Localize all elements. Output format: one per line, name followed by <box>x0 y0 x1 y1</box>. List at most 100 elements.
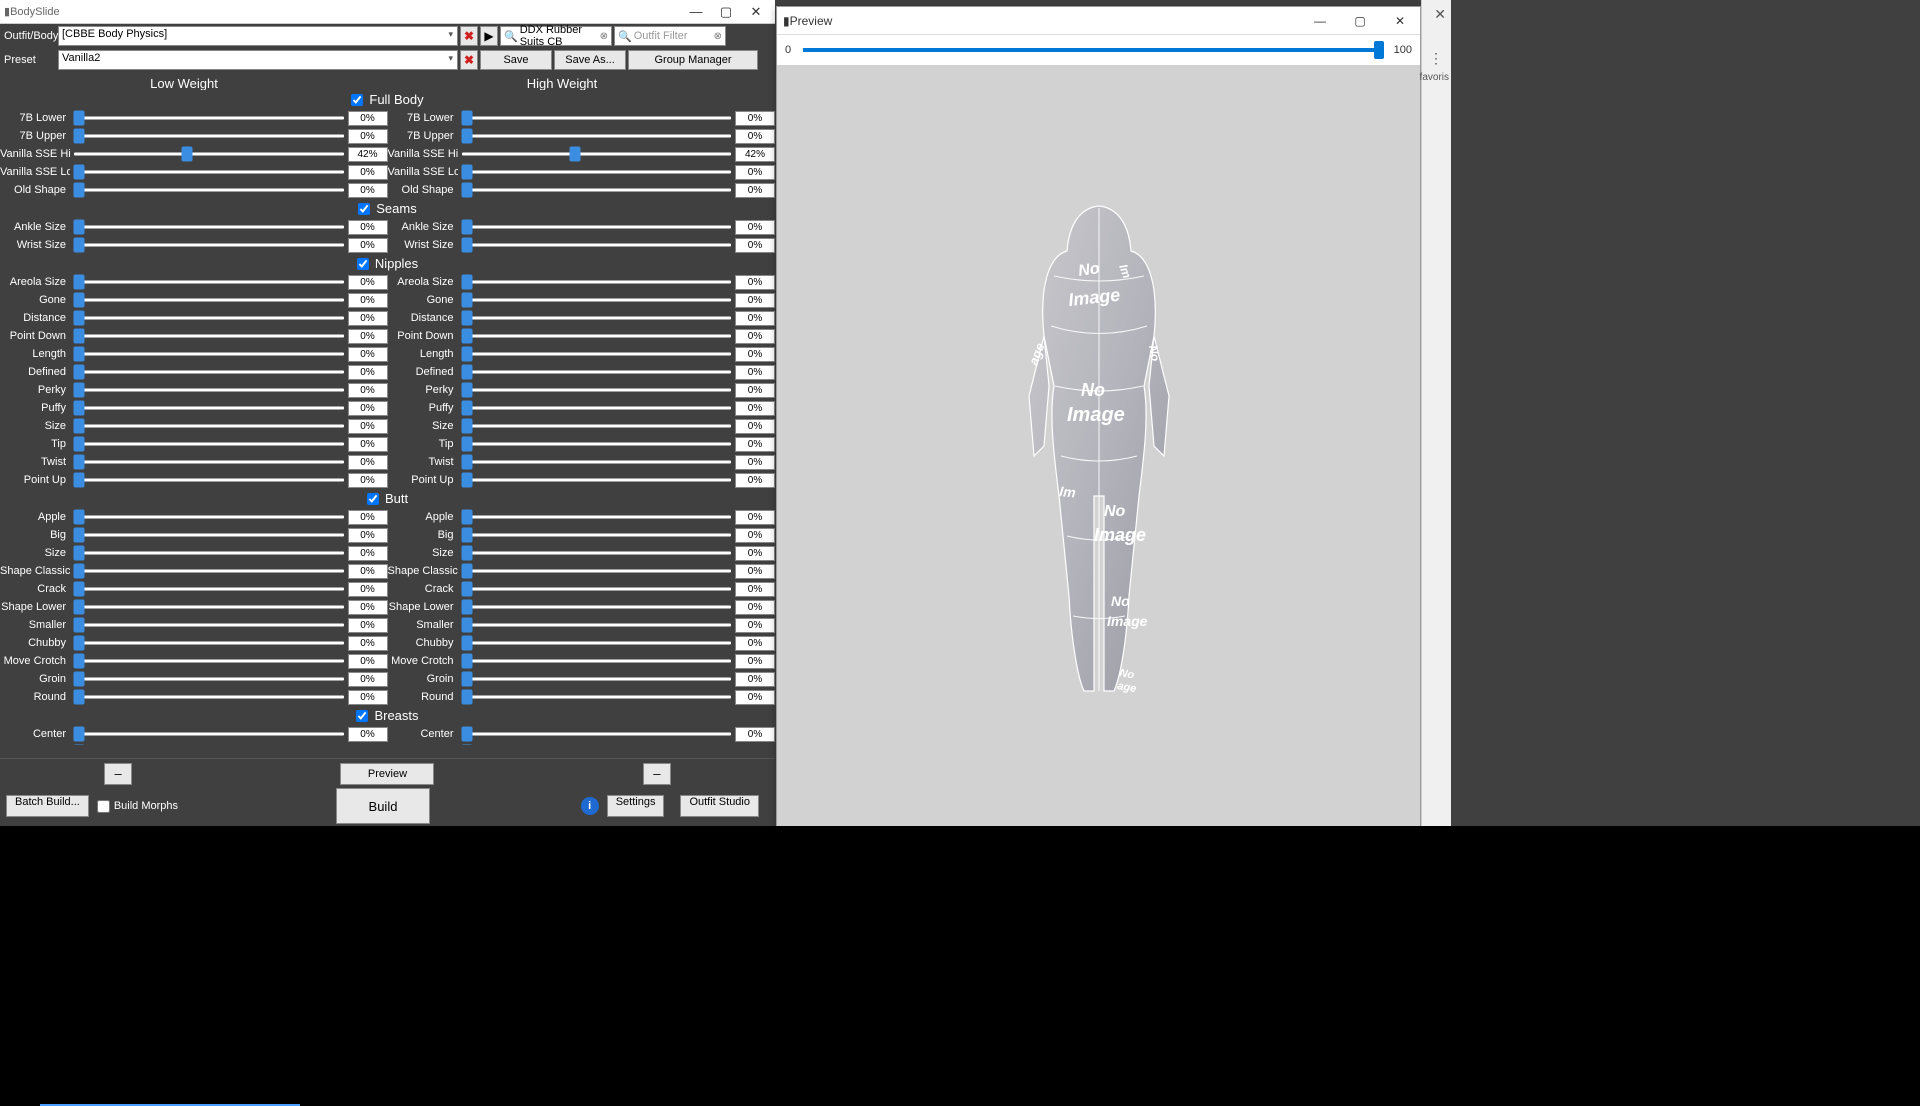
preview-button[interactable]: Preview <box>340 763 434 785</box>
slider-track[interactable] <box>462 275 732 289</box>
slider-track[interactable] <box>74 111 344 125</box>
slider-value-input[interactable]: 0% <box>348 582 388 597</box>
slider-thumb[interactable] <box>74 437 85 452</box>
close-icon[interactable]: ✕ <box>1380 7 1420 35</box>
slider-thumb[interactable] <box>461 690 472 705</box>
save-button[interactable]: Save <box>480 50 552 70</box>
slider-track[interactable] <box>74 238 344 252</box>
slider-thumb[interactable] <box>74 129 85 144</box>
slider-value-input[interactable]: 0% <box>348 455 388 470</box>
slider-track[interactable] <box>462 111 732 125</box>
high-minus-button[interactable]: – <box>643 763 671 785</box>
slider-thumb[interactable] <box>461 636 472 651</box>
slider-thumb[interactable] <box>461 564 472 579</box>
slider-value-input[interactable]: 0% <box>348 510 388 525</box>
slider-thumb[interactable] <box>461 165 472 180</box>
slider-thumb[interactable] <box>461 672 472 687</box>
slider-value-input[interactable]: 0% <box>348 672 388 687</box>
slider-track[interactable] <box>462 654 732 668</box>
slider-track[interactable] <box>74 618 344 632</box>
slider-track[interactable] <box>74 329 344 343</box>
slider-thumb[interactable] <box>74 165 85 180</box>
slider-thumb[interactable] <box>461 727 472 742</box>
preview-slider-thumb[interactable] <box>1374 41 1384 59</box>
slider-thumb[interactable] <box>74 745 85 746</box>
slider-track[interactable] <box>74 275 344 289</box>
slider-thumb[interactable] <box>182 147 193 162</box>
slider-thumb[interactable] <box>461 383 472 398</box>
slider-track[interactable] <box>462 220 732 234</box>
slider-value-input[interactable]: 0% <box>735 275 775 290</box>
slider-value-input[interactable]: 0% <box>348 528 388 543</box>
slider-value-input[interactable]: 0% <box>348 473 388 488</box>
slider-value-input[interactable]: 0% <box>735 401 775 416</box>
slider-value-input[interactable]: 0% <box>735 329 775 344</box>
slider-track[interactable] <box>462 147 732 161</box>
slider-thumb[interactable] <box>74 329 85 344</box>
slider-track[interactable] <box>74 165 344 179</box>
slider-track[interactable] <box>462 618 732 632</box>
slider-track[interactable] <box>74 582 344 596</box>
slider-value-input[interactable]: 0% <box>348 347 388 362</box>
slider-value-input[interactable]: 0% <box>735 129 775 144</box>
slider-thumb[interactable] <box>461 238 472 253</box>
slider-value-input[interactable]: 0% <box>735 347 775 362</box>
slider-value-input[interactable]: 0% <box>735 111 775 126</box>
section-checkbox[interactable] <box>356 710 368 722</box>
slider-thumb[interactable] <box>74 600 85 615</box>
slider-thumb[interactable] <box>461 455 472 470</box>
slider-value-input[interactable]: 0% <box>348 183 388 198</box>
slider-thumb[interactable] <box>461 329 472 344</box>
slider-thumb[interactable] <box>461 275 472 290</box>
slider-value-input[interactable]: 0% <box>348 654 388 669</box>
slider-value-input[interactable]: 0% <box>735 618 775 633</box>
slider-value-input[interactable]: 0% <box>735 546 775 561</box>
slider-value-input[interactable]: 0% <box>348 238 388 253</box>
slider-value-input[interactable]: 0% <box>735 690 775 705</box>
slider-track[interactable] <box>462 564 732 578</box>
slider-track[interactable] <box>74 347 344 361</box>
slider-track[interactable] <box>462 365 732 379</box>
slider-track[interactable] <box>74 220 344 234</box>
slider-thumb[interactable] <box>74 111 85 126</box>
slider-value-input[interactable]: 0% <box>348 311 388 326</box>
slider-value-input[interactable]: 0% <box>735 437 775 452</box>
slider-thumb[interactable] <box>461 220 472 235</box>
slider-track[interactable] <box>462 636 732 650</box>
slider-thumb[interactable] <box>461 183 472 198</box>
preview-titlebar[interactable]: ▮ Preview — ▢ ✕ <box>777 7 1420 35</box>
slider-value-input[interactable]: 0% <box>348 546 388 561</box>
batch-build-button[interactable]: Batch Build... <box>6 795 89 817</box>
close-tab-icon[interactable]: ✕ <box>1434 6 1446 23</box>
slider-value-input[interactable]: 0% <box>735 419 775 434</box>
preview-3d-canvas[interactable]: No Image Im age No Image No Im No Image … <box>777 65 1420 827</box>
slider-track[interactable] <box>74 528 344 542</box>
slider-value-input[interactable]: 0% <box>735 473 775 488</box>
slider-value-input[interactable]: 0% <box>348 165 388 180</box>
main-titlebar[interactable]: ▮ BodySlide — ▢ ✕ <box>0 0 775 24</box>
slider-track[interactable] <box>462 293 732 307</box>
slider-thumb[interactable] <box>74 419 85 434</box>
save-as-button[interactable]: Save As... <box>554 50 626 70</box>
slider-thumb[interactable] <box>74 455 85 470</box>
slider-track[interactable] <box>462 329 732 343</box>
slider-value-input[interactable]: 0% <box>735 220 775 235</box>
build-button[interactable]: Build <box>336 788 430 824</box>
build-morphs-check[interactable]: Build Morphs <box>97 800 178 813</box>
section-checkbox[interactable] <box>351 94 363 106</box>
minimize-icon[interactable]: — <box>1300 7 1340 35</box>
preview-weight-slider[interactable] <box>803 48 1380 52</box>
slider-track[interactable] <box>462 455 732 469</box>
slider-value-input[interactable]: 0% <box>348 727 388 742</box>
slider-track[interactable] <box>462 510 732 524</box>
slider-thumb[interactable] <box>74 546 85 561</box>
slider-thumb[interactable] <box>74 654 85 669</box>
slider-track[interactable] <box>74 365 344 379</box>
slider-thumb[interactable] <box>74 690 85 705</box>
slider-value-input[interactable]: 0% <box>348 636 388 651</box>
slider-value-input[interactable]: 0% <box>735 365 775 380</box>
section-checkbox[interactable] <box>367 493 379 505</box>
slider-thumb[interactable] <box>74 183 85 198</box>
slider-thumb[interactable] <box>461 582 472 597</box>
slider-thumb[interactable] <box>74 672 85 687</box>
